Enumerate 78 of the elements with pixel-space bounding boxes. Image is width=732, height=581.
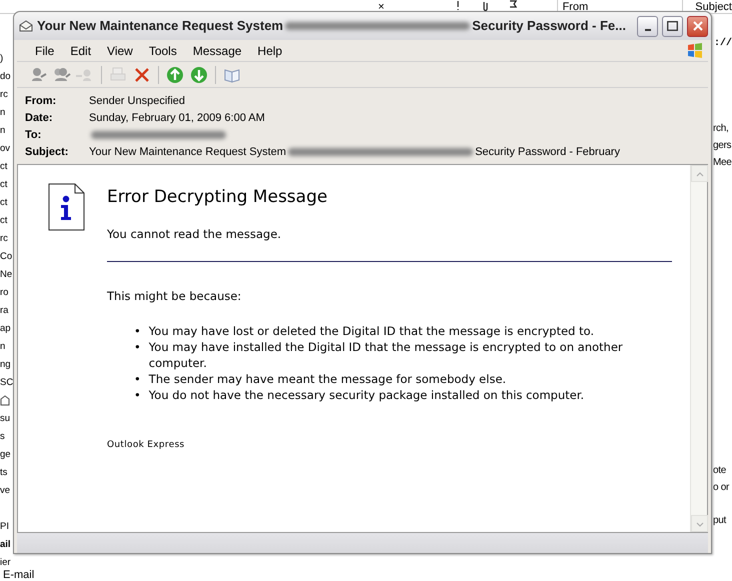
list-text: PI <box>0 520 9 534</box>
header-value: Sender Unspecified <box>89 94 186 109</box>
scrollbar[interactable] <box>690 165 707 532</box>
list-text: s <box>0 430 5 444</box>
list-text: ts <box>0 466 8 480</box>
window-title: Your New Maintenance Request System <box>37 17 284 36</box>
list-text: rc <box>0 88 8 102</box>
bullet-mark: • <box>134 387 141 403</box>
list-text: ct <box>0 196 8 210</box>
list-text: ve <box>0 484 10 498</box>
header-label: From: <box>25 94 58 109</box>
list-item: You do not have the necessary security package installed on this computer. <box>148 387 584 403</box>
header-value: Security Password - February <box>475 145 620 160</box>
footer-text: Outlook Express <box>107 439 186 452</box>
content-text: put <box>713 514 728 528</box>
header-value: Sunday, February 01, 2009 6:00 AM <box>89 111 265 126</box>
url-text: :// <box>714 38 732 49</box>
close-mark[interactable]: × <box>378 0 384 13</box>
list-text: n <box>0 340 6 354</box>
message-text: You cannot read the message. <box>107 226 282 242</box>
list-text: ier <box>0 556 11 570</box>
list-text: ) <box>0 52 4 66</box>
list-item: You may have installed the Digital ID that the message is encrypted to on another computer. <box>148 339 624 371</box>
list-text: n <box>0 124 6 138</box>
info-document-icon <box>48 183 85 231</box>
list-text: rc <box>0 232 8 246</box>
list-text: ct <box>0 214 8 228</box>
list-text: ct <box>0 178 8 192</box>
close-icon <box>692 21 702 31</box>
header-label: Subject: <box>25 145 70 160</box>
window-title: Security Password - Fe... <box>472 17 626 36</box>
content-text: Mee <box>713 156 732 170</box>
list-text: ng <box>0 358 11 372</box>
list-item: The sender may have meant the message for somebody else. <box>148 371 506 387</box>
down-arrow-icon[interactable] <box>189 64 209 84</box>
maximize-icon <box>667 21 678 31</box>
list-text: ge <box>0 448 11 462</box>
header-value: Your New Maintenance Request System <box>89 145 286 160</box>
paperclip-icon <box>481 0 490 11</box>
up-arrow-icon[interactable] <box>165 64 185 84</box>
list-text: ap <box>0 322 11 336</box>
bullet-mark: • <box>134 339 141 356</box>
list-text: su <box>0 412 10 426</box>
list-text: SC <box>0 376 14 390</box>
menu-item[interactable]: Message <box>184 42 250 60</box>
content-text: rch, <box>713 122 730 136</box>
scroll-down-button[interactable] <box>691 515 708 532</box>
list-text: ail <box>0 538 11 552</box>
content-text: o or <box>713 481 730 495</box>
menu-item[interactable]: Tools <box>140 42 185 60</box>
menu-item[interactable]: Edit <box>62 42 100 60</box>
list-text: ra <box>0 304 8 318</box>
message-title: Error Decrypting Message <box>107 186 328 209</box>
content-text: gers <box>713 139 732 153</box>
message-text: This might be because: <box>107 288 242 305</box>
list-text: Co <box>0 250 12 264</box>
maximize-button[interactable] <box>662 16 683 36</box>
close-button[interactable] <box>687 16 708 36</box>
menu-item[interactable]: File <box>27 42 62 60</box>
list-text: Ne <box>0 268 12 282</box>
list-text: E-mail <box>3 570 34 581</box>
list-text: ro <box>0 286 8 300</box>
bullet-mark: • <box>134 323 141 339</box>
content-text: ote <box>713 464 728 478</box>
list-text: ct <box>0 160 8 174</box>
scroll-up-button[interactable] <box>691 165 708 182</box>
list-text: ov <box>0 142 10 156</box>
minimize-button[interactable] <box>637 16 658 36</box>
list-text: n <box>0 106 6 120</box>
windows-flag-icon <box>686 42 704 60</box>
menu-item[interactable]: Help <box>250 42 290 60</box>
bullet-mark: • <box>134 371 141 387</box>
list-item: You may have lost or deleted the Digital ID that the message is encrypted to. <box>148 323 594 339</box>
list-text: do <box>0 70 11 84</box>
header-label: Date: <box>25 111 54 126</box>
minimize-icon <box>644 29 650 31</box>
menu-item[interactable]: View <box>99 42 141 60</box>
header-label: To: <box>25 128 42 143</box>
